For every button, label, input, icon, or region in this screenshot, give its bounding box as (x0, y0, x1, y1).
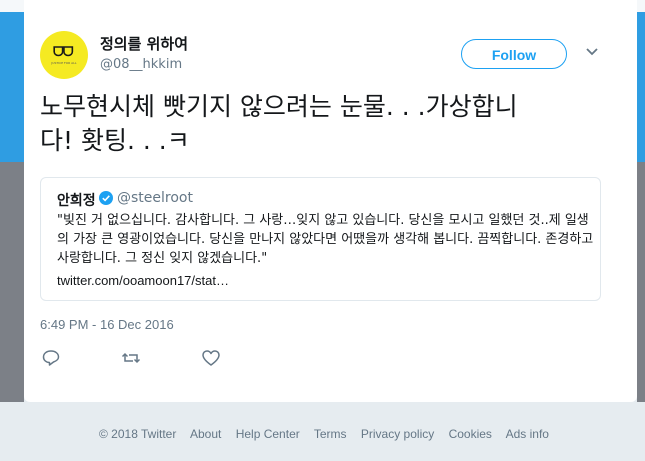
background-overlay-right (637, 162, 645, 402)
background-overlay-left (0, 162, 24, 402)
author-name[interactable]: 정의를 위하여 (100, 33, 188, 54)
quoted-tweet-link[interactable]: twitter.com/ooamoon17/stat… (57, 273, 229, 288)
retweet-icon[interactable] (121, 348, 141, 368)
footer-link-cookies[interactable]: Cookies (449, 427, 492, 441)
background-header-left (0, 12, 24, 162)
page-footer: © 2018 Twitter About Help Center Terms P… (0, 402, 645, 461)
avatar[interactable]: ᗜᗜ JUSTICE FOR ALL (40, 31, 88, 79)
quoted-author-handle: @steelroot (117, 190, 193, 206)
author-handle[interactable]: @08__hkkim (100, 57, 182, 72)
tweet-text: 노무현시체 빳기지 않으려는 눈물. . .가상합니 다! 홧팅. . .ㅋ (40, 90, 620, 158)
tweet-text-line: 노무현시체 빳기지 않으려는 눈물. . .가상합니 (40, 92, 518, 121)
footer-copyright: © 2018 Twitter (99, 427, 177, 441)
quoted-tweet[interactable]: 안희정 @steelroot "빚진 거 없으십니다. 감사합니다. 그 사랑…… (40, 177, 601, 301)
quoted-author-name: 안희정 (57, 193, 96, 209)
tweet-card: ᗜᗜ JUSTICE FOR ALL 정의를 위하여 @08__hkkim Fo… (24, 0, 637, 402)
chevron-down-icon[interactable] (584, 44, 600, 60)
footer-link-help-center[interactable]: Help Center (236, 427, 300, 441)
footer-link-privacy[interactable]: Privacy policy (361, 427, 434, 441)
avatar-caption: JUSTICE FOR ALL (51, 61, 77, 65)
follow-button[interactable]: Follow (461, 39, 567, 69)
footer-link-ads-info[interactable]: Ads info (506, 427, 549, 441)
avatar-glyph: ᗜᗜ (53, 45, 74, 60)
footer-links: © 2018 Twitter About Help Center Terms P… (99, 427, 560, 441)
heart-icon[interactable] (201, 348, 221, 368)
tweet-text-line: 다! 홧팅. . .ㅋ (40, 126, 190, 155)
quoted-tweet-text: "빚진 거 없으십니다. 감사합니다. 그 사랑…잊지 않고 있습니다. 당신을… (57, 213, 594, 266)
footer-link-about[interactable]: About (190, 427, 221, 441)
reply-icon[interactable] (41, 348, 61, 368)
verified-badge-icon (99, 191, 113, 205)
footer-link-terms[interactable]: Terms (314, 427, 347, 441)
tweet-timestamp[interactable]: 6:49 PM - 16 Dec 2016 (40, 317, 174, 332)
background-header-right (637, 12, 645, 162)
